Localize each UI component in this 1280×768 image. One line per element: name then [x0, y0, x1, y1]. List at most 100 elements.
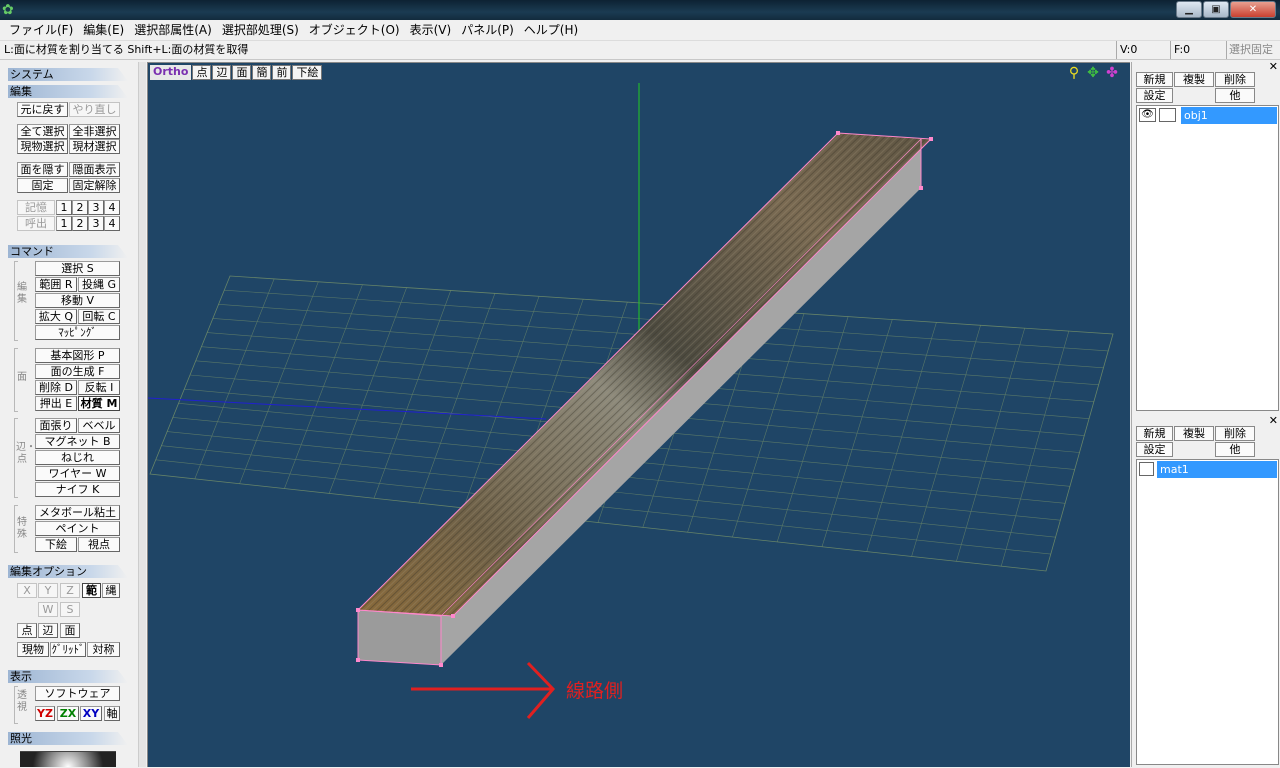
move-tool-button[interactable]: 移動 V	[35, 293, 120, 308]
object-copy-button[interactable]: 複製	[1174, 72, 1214, 87]
material-delete-button[interactable]: 削除	[1215, 426, 1255, 441]
object-delete-button[interactable]: 削除	[1215, 72, 1255, 87]
material-new-button[interactable]: 新規	[1136, 426, 1173, 441]
menu-edit[interactable]: 編集(E)	[78, 20, 129, 40]
edge-option-toggle[interactable]: 辺	[38, 623, 58, 638]
knife-tool-button[interactable]: ナイフ K	[35, 482, 120, 497]
lock-z-toggle[interactable]: Z	[60, 583, 80, 598]
object-new-button[interactable]: 新規	[1136, 72, 1173, 87]
range-option-toggle[interactable]: 範	[82, 583, 101, 598]
lock-x-toggle[interactable]: X	[17, 583, 37, 598]
menu-selection-attributes[interactable]: 選択部属性(A)	[129, 20, 217, 40]
select-none-button[interactable]: 全非選択	[69, 124, 120, 139]
rotate-tool-button[interactable]: 回転 C	[78, 309, 120, 324]
recall-slot-2[interactable]: 2	[72, 216, 88, 231]
object-row[interactable]: 👁 obj1	[1137, 106, 1278, 124]
menu-view[interactable]: 表示(V)	[405, 20, 457, 40]
select-tool-button[interactable]: 選択 S	[35, 261, 120, 276]
object-other-button[interactable]: 他	[1215, 88, 1255, 103]
maximize-button[interactable]: ▣	[1203, 1, 1229, 18]
close-button[interactable]: ✕	[1230, 1, 1276, 18]
memory-slot-3[interactable]: 3	[88, 200, 104, 215]
material-copy-button[interactable]: 複製	[1174, 426, 1214, 441]
material-row[interactable]: mat1	[1137, 460, 1278, 478]
symmetry-toggle[interactable]: 対称	[87, 642, 120, 657]
show-hidden-button[interactable]: 隠面表示	[69, 162, 120, 177]
memory-slot-1[interactable]: 1	[56, 200, 72, 215]
menu-panel[interactable]: パネル(P)	[456, 20, 519, 40]
object-panel-close-icon[interactable]: ✕	[1269, 61, 1278, 72]
current-object-toggle[interactable]: 現物	[17, 642, 49, 657]
world-toggle[interactable]: W	[38, 602, 58, 617]
twist-tool-button[interactable]: ねじれ	[35, 450, 120, 465]
hide-face-button[interactable]: 面を隠す	[17, 162, 68, 177]
view-xy-button[interactable]: XY	[80, 706, 102, 721]
material-panel-close-icon[interactable]: ✕	[1269, 415, 1278, 426]
lasso-option-toggle[interactable]: 縄	[102, 583, 120, 598]
flip-tool-button[interactable]: 反転 I	[78, 380, 120, 395]
section-system[interactable]: システム	[8, 68, 128, 81]
face-generate-tool-button[interactable]: 面の生成 F	[35, 364, 120, 379]
view-tab-vertex[interactable]: 点	[192, 65, 212, 80]
minimize-button[interactable]: ▁	[1176, 1, 1202, 18]
axis-toggle[interactable]: 軸	[104, 706, 120, 721]
select-all-button[interactable]: 全て選択	[17, 124, 68, 139]
section-command[interactable]: コマンド	[8, 245, 128, 258]
fix-button[interactable]: 固定	[17, 178, 68, 193]
magnet-tool-button[interactable]: マグネット B	[35, 434, 120, 449]
command-panel-scrollbar[interactable]	[138, 62, 146, 767]
view-tab-front[interactable]: 前	[272, 65, 292, 80]
section-display[interactable]: 表示	[8, 670, 128, 683]
view-zx-button[interactable]: ZX	[57, 706, 79, 721]
selection-lock-toggle[interactable]: 選択固定	[1226, 41, 1273, 59]
lasso-tool-button[interactable]: 投縄 G	[78, 277, 120, 292]
view-yz-button[interactable]: YZ	[35, 706, 55, 721]
undo-button[interactable]: 元に戻す	[17, 102, 68, 117]
extrude-tool-button[interactable]: 押出 E	[35, 396, 77, 411]
viewpoint-tool-button[interactable]: 視点	[78, 537, 120, 552]
recall-slot-1[interactable]: 1	[56, 216, 72, 231]
memory-slot-4[interactable]: 4	[104, 200, 120, 215]
software-render-button[interactable]: ソフトウェア	[35, 686, 120, 701]
section-edit[interactable]: 編集	[8, 85, 128, 98]
metaball-tool-button[interactable]: メタボール粘土	[35, 505, 120, 520]
scale-tool-button[interactable]: 拡大 Q	[35, 309, 77, 324]
unfix-button[interactable]: 固定解除	[69, 178, 120, 193]
object-settings-button[interactable]: 設定	[1136, 88, 1173, 103]
rotate-view-icon[interactable]: ✤	[1104, 65, 1120, 81]
visibility-eye-icon[interactable]: 👁	[1139, 108, 1156, 122]
range-tool-button[interactable]: 範囲 R	[35, 277, 77, 292]
menu-selection-process[interactable]: 選択部処理(S)	[217, 20, 304, 40]
select-material-button[interactable]: 現材選択	[69, 139, 120, 154]
menu-help[interactable]: ヘルプ(H)	[519, 20, 583, 40]
mapping-tool-button[interactable]: ﾏｯﾋﾟﾝｸﾞ	[35, 325, 120, 340]
delete-tool-button[interactable]: 削除 D	[35, 380, 77, 395]
material-other-button[interactable]: 他	[1215, 442, 1255, 457]
screen-toggle[interactable]: S	[60, 602, 80, 617]
wire-tool-button[interactable]: ワイヤー W	[35, 466, 120, 481]
viewport-canvas[interactable]: 線路側	[148, 63, 1131, 768]
material-tool-button[interactable]: 材質 M	[78, 396, 120, 411]
recall-slot-3[interactable]: 3	[88, 216, 104, 231]
select-object-button[interactable]: 現物選択	[17, 139, 68, 154]
object-name[interactable]: obj1	[1181, 107, 1277, 124]
material-name[interactable]: mat1	[1157, 461, 1277, 478]
menu-object[interactable]: オブジェクト(O)	[304, 20, 405, 40]
primitive-tool-button[interactable]: 基本図形 P	[35, 348, 120, 363]
menu-file[interactable]: ファイル(F)	[4, 20, 78, 40]
paint-tool-button[interactable]: ペイント	[35, 521, 120, 536]
vertex-option-toggle[interactable]: 点	[17, 623, 37, 638]
recall-slot-4[interactable]: 4	[104, 216, 120, 231]
section-lighting[interactable]: 照光	[8, 732, 128, 745]
pan-icon[interactable]: ✥	[1085, 65, 1101, 81]
knife-face-tool-button[interactable]: 面張り	[35, 418, 77, 433]
grid-toggle[interactable]: ｸﾞﾘｯﾄﾞ	[50, 642, 86, 657]
zoom-icon[interactable]: ⚲	[1066, 65, 1082, 81]
face-option-toggle[interactable]: 面	[60, 623, 80, 638]
redo-button[interactable]: やり直し	[69, 102, 120, 117]
view-tab-simple[interactable]: 簡	[252, 65, 272, 80]
view-tab-underlay[interactable]: 下絵	[292, 65, 323, 80]
memory-slot-2[interactable]: 2	[72, 200, 88, 215]
3d-viewport[interactable]: 線路側 Ortho 点 辺 面 簡 前 下絵 ⚲ ✥ ✤	[147, 62, 1130, 767]
view-tab-face[interactable]: 面	[232, 65, 252, 80]
